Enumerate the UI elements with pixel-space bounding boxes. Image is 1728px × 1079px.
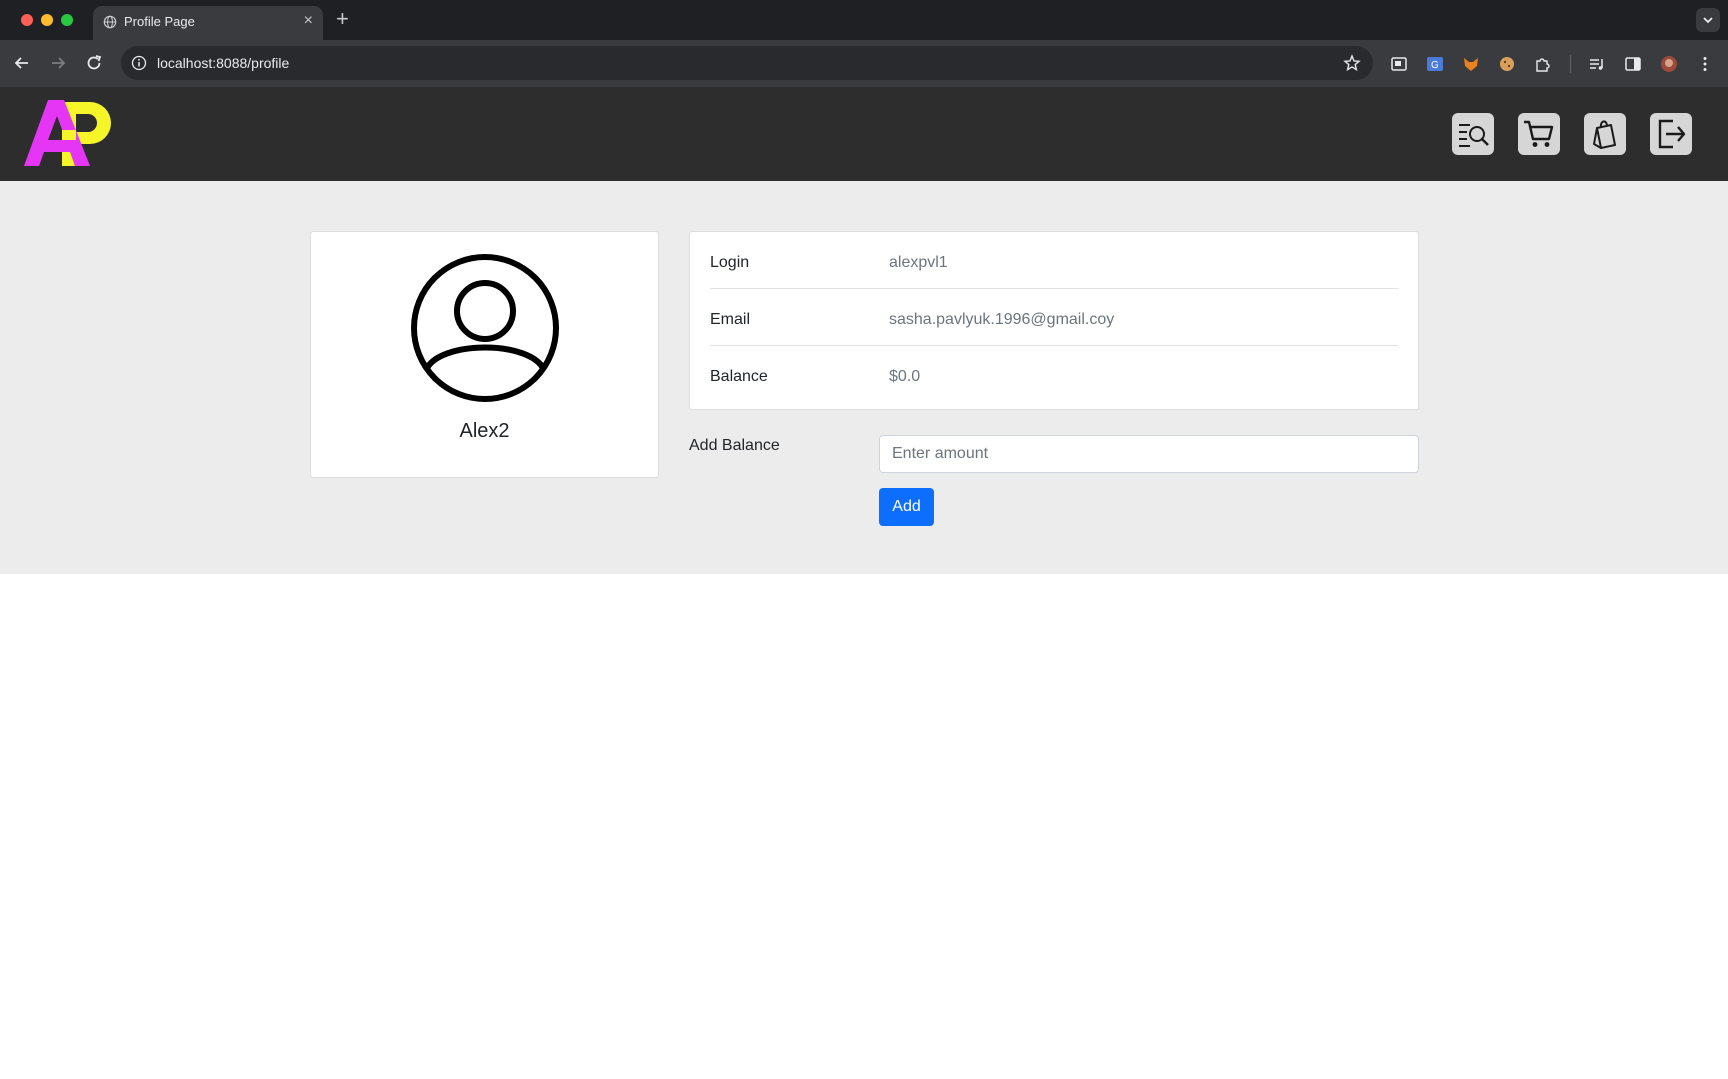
more-menu-icon[interactable] — [1696, 55, 1714, 73]
fox-extension-icon[interactable] — [1462, 55, 1480, 73]
info-row-email: Email sasha.pavlyuk.1996@gmail.coy — [710, 289, 1398, 346]
back-arrow-icon[interactable] — [11, 52, 33, 74]
info-label: Email — [710, 311, 751, 328]
toolbar-divider — [1570, 55, 1571, 73]
info-value: sasha.pavlyuk.1996@gmail.coy — [889, 311, 1115, 328]
browser-tab-bar: Profile Page × + — [0, 0, 1728, 40]
logout-button[interactable] — [1650, 113, 1692, 155]
account-info-card: Login alexpvl1 Email sasha.pavlyuk.1996@… — [689, 231, 1419, 410]
svg-text:G: G — [1431, 60, 1439, 71]
side-panel-icon[interactable] — [1624, 55, 1642, 73]
app-header — [0, 87, 1728, 181]
logout-icon — [1658, 119, 1686, 149]
username: Alex2 — [459, 420, 510, 442]
tab-close-button[interactable]: × — [304, 12, 313, 30]
ap-logo[interactable] — [20, 96, 120, 172]
site-info-icon[interactable] — [131, 55, 147, 71]
tab-title: Profile Page — [124, 14, 195, 29]
info-label: Login — [710, 254, 750, 271]
shopping-bag-icon — [1593, 120, 1616, 149]
new-tab-button[interactable]: + — [336, 7, 349, 31]
close-window-button[interactable] — [21, 14, 33, 26]
bookmark-star-icon[interactable] — [1343, 54, 1361, 72]
info-row-login: Login alexpvl1 — [710, 232, 1398, 289]
profile-card: Alex2 — [310, 231, 659, 478]
info-label: Balance — [710, 368, 768, 385]
reload-icon[interactable] — [83, 52, 105, 74]
globe-icon — [103, 15, 117, 29]
cookie-extension-icon[interactable] — [1498, 55, 1516, 73]
profile-avatar-icon[interactable] — [1660, 55, 1678, 73]
info-value: alexpvl1 — [889, 254, 948, 271]
add-balance-button[interactable]: Add — [879, 488, 934, 526]
browser-toolbar: localhost:8088/profile G — [0, 40, 1728, 87]
add-balance-label: Add Balance — [689, 437, 780, 454]
catalog-search-icon — [1459, 124, 1489, 147]
browser-tab[interactable]: Profile Page × — [93, 6, 323, 40]
chevron-down-icon — [1703, 17, 1713, 24]
translate-extension-icon[interactable]: G — [1426, 55, 1444, 73]
minimize-window-button[interactable] — [41, 14, 53, 26]
cast-extension-icon[interactable] — [1390, 55, 1408, 73]
address-bar[interactable]: localhost:8088/profile — [121, 46, 1373, 80]
tab-search-button[interactable] — [1696, 8, 1720, 32]
info-value: $0.0 — [889, 368, 921, 385]
maximize-window-button[interactable] — [61, 14, 73, 26]
forward-arrow-icon[interactable] — [47, 52, 69, 74]
user-circle-icon — [411, 254, 559, 402]
cart-button[interactable] — [1518, 113, 1560, 155]
amount-input[interactable] — [879, 435, 1419, 473]
media-queue-icon[interactable] — [1588, 55, 1606, 73]
profile-content: Alex2 Login alexpvl1 Email sasha.pavlyuk… — [0, 181, 1728, 574]
url-text: localhost:8088/profile — [157, 55, 290, 71]
orders-button[interactable] — [1584, 113, 1626, 155]
cart-icon — [1524, 120, 1554, 147]
catalog-search-button[interactable] — [1452, 113, 1494, 155]
info-row-balance: Balance $0.0 — [710, 346, 1398, 403]
puzzle-extensions-icon[interactable] — [1534, 55, 1552, 73]
